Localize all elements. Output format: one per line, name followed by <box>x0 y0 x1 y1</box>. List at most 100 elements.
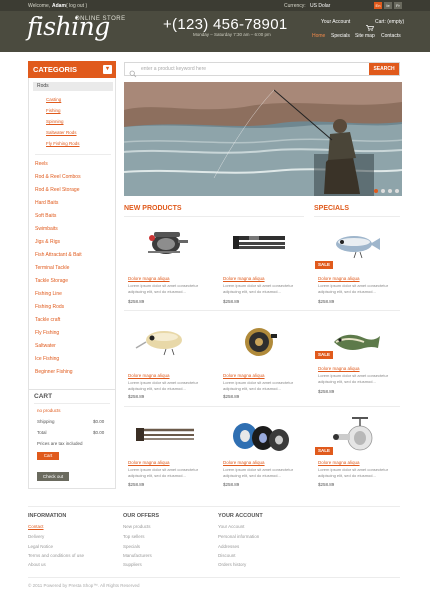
footer-link[interactable]: Suppliers <box>123 562 142 567</box>
footer-link[interactable]: Specials <box>123 544 140 549</box>
logout-link[interactable]: ( log out ) <box>66 3 87 9</box>
category-item[interactable]: Jigs & Rigs <box>35 239 60 245</box>
category-item[interactable]: Fishing Line <box>35 291 62 297</box>
footer-link[interactable]: Legal Notice <box>28 544 53 549</box>
footer-offers-title: OUR OFFERS <box>123 513 160 519</box>
your-account-link[interactable]: Your Account <box>321 19 350 25</box>
category-selected[interactable]: Rods <box>33 82 113 91</box>
currency-select[interactable]: US Dolar <box>310 3 330 9</box>
product-title[interactable]: Dolore magna aliqua <box>223 373 265 378</box>
lang-fr[interactable]: Fr <box>394 2 402 9</box>
product-image-soft-bait[interactable] <box>316 320 396 370</box>
product-title[interactable]: Dolore magna aliqua <box>128 460 170 465</box>
footer-link[interactable]: Discount <box>218 553 236 558</box>
categories-title: CATEGORIS <box>33 65 78 74</box>
product-title[interactable]: Dolore magna aliqua <box>223 460 265 465</box>
lang-en[interactable]: En <box>374 2 382 9</box>
sale-badge: SALE <box>315 351 333 359</box>
subcategory-item[interactable]: Spinning <box>46 119 64 124</box>
product-title[interactable]: Dolore magna aliqua <box>223 276 265 281</box>
total-value: $0.00 <box>93 430 105 435</box>
product-title[interactable]: Dolore magna aliqua <box>318 366 360 371</box>
category-item[interactable]: Swimbaits <box>35 226 58 232</box>
product-image-fishing-line[interactable] <box>219 412 299 462</box>
category-item[interactable]: Rod & Reel Storage <box>35 187 79 193</box>
nav-site-map[interactable]: Site map <box>355 33 375 39</box>
footer-link[interactable]: Addresses <box>218 544 239 549</box>
footer-link[interactable]: Personal information <box>218 534 259 539</box>
category-item[interactable]: Tackle craft <box>35 317 60 323</box>
product-description: Lorem ipsum dolor sit amet consectetur a… <box>318 283 389 294</box>
category-item[interactable]: Soft Baits <box>35 213 56 219</box>
footer-link[interactable]: Terms and conditions of use <box>28 553 84 558</box>
lang-ie[interactable]: Ie <box>384 2 392 9</box>
product-title[interactable]: Dolore magna aliqua <box>318 276 360 281</box>
footer-link[interactable]: Delivery <box>28 534 44 539</box>
search-button[interactable]: SEARCH <box>369 63 399 75</box>
divider <box>35 154 111 155</box>
category-item[interactable]: Fishing Rods <box>35 304 64 310</box>
cart-button[interactable]: Cart <box>37 452 59 460</box>
product-price: $258.89 <box>223 299 240 304</box>
category-item[interactable]: Saltwater <box>35 343 56 349</box>
footer-divider <box>28 577 400 578</box>
nav-home[interactable]: Home <box>312 33 325 39</box>
category-item[interactable]: Hard Baits <box>35 200 58 206</box>
checkout-button[interactable]: Check out <box>37 472 69 481</box>
footer-divider <box>28 506 400 507</box>
product-title[interactable]: Dolore magna aliqua <box>318 460 360 465</box>
logo-subtitle: ONLINE STORE <box>75 16 126 22</box>
footer-link[interactable]: Orders history <box>218 562 246 567</box>
cart-link[interactable]: Cart: (empty) <box>375 19 404 25</box>
product-price: $258.89 <box>128 394 145 399</box>
footer-link[interactable]: Your Account <box>218 524 244 529</box>
product-image-crankbait[interactable] <box>124 320 204 370</box>
chevron-down-icon[interactable]: ▾ <box>103 65 112 74</box>
subcategory-item[interactable]: Saltwater Rods <box>46 130 77 135</box>
slider-dot[interactable] <box>395 189 399 193</box>
category-item[interactable]: Rod & Reel Combos <box>35 174 81 180</box>
footer-link[interactable]: Top sellers <box>123 534 145 539</box>
welcome-text: Welcome, <box>28 3 51 9</box>
copyright: © 2011 Powered by Presta Shop™. All Righ… <box>28 583 140 588</box>
footer-link[interactable]: Contact <box>28 524 44 529</box>
category-item[interactable]: Fly Fishing <box>35 330 59 336</box>
footer-link[interactable]: About us <box>28 562 46 567</box>
category-item[interactable]: Fish Attractant & Bait <box>35 252 82 258</box>
product-image-rod[interactable] <box>219 222 299 272</box>
product-title[interactable]: Dolore magna aliqua <box>128 373 170 378</box>
phone-number: +(123) 456-78901 <box>163 16 288 33</box>
product-description: Lorem ipsum dolor sit amet consectetur a… <box>223 283 294 294</box>
nav-specials[interactable]: Specials <box>331 33 350 39</box>
search-input[interactable]: enter a product keyword here <box>141 66 206 72</box>
slider-dot-active[interactable] <box>374 189 378 193</box>
user-name: Adam <box>52 3 66 9</box>
footer-link[interactable]: Manufacturers <box>123 553 152 558</box>
categories-header[interactable]: CATEGORIS ▾ <box>28 61 116 78</box>
subcategory-item[interactable]: Fishing <box>46 108 61 113</box>
product-title[interactable]: Dolore magna aliqua <box>128 276 170 281</box>
category-item[interactable]: Terminal Tackle <box>35 265 69 271</box>
category-item[interactable]: Tackle Storage <box>35 278 68 284</box>
footer-link[interactable]: New products <box>123 524 151 529</box>
opening-hours: Monday – Saturday 7:30 am – 6:00 pm <box>193 32 271 37</box>
total-label: Total <box>37 430 47 435</box>
product-price: $258.89 <box>318 299 335 304</box>
slider-dot[interactable] <box>388 189 392 193</box>
search-icon <box>129 65 137 78</box>
product-image-rod-set[interactable] <box>124 412 204 462</box>
product-image-fly-reel[interactable] <box>219 320 299 370</box>
category-item[interactable]: Beginner Fishing <box>35 369 73 375</box>
shipping-label: Shipping <box>37 419 55 424</box>
product-description: Lorem ipsum dolor sit amet consectetur a… <box>128 283 199 294</box>
category-item[interactable]: Reels <box>35 161 48 167</box>
new-products-title: NEW PRODUCTS <box>124 205 182 212</box>
product-image-reel[interactable] <box>124 222 204 272</box>
subcategory-item[interactable]: Casting <box>46 97 61 102</box>
subcategory-item[interactable]: Fly Fishing Rods <box>46 141 80 146</box>
product-price: $258.89 <box>223 482 240 487</box>
nav-contacts[interactable]: Contacts <box>381 33 401 39</box>
slider-dot[interactable] <box>381 189 385 193</box>
sale-badge: SALE <box>315 261 333 269</box>
category-item[interactable]: Ice Fishing <box>35 356 59 362</box>
